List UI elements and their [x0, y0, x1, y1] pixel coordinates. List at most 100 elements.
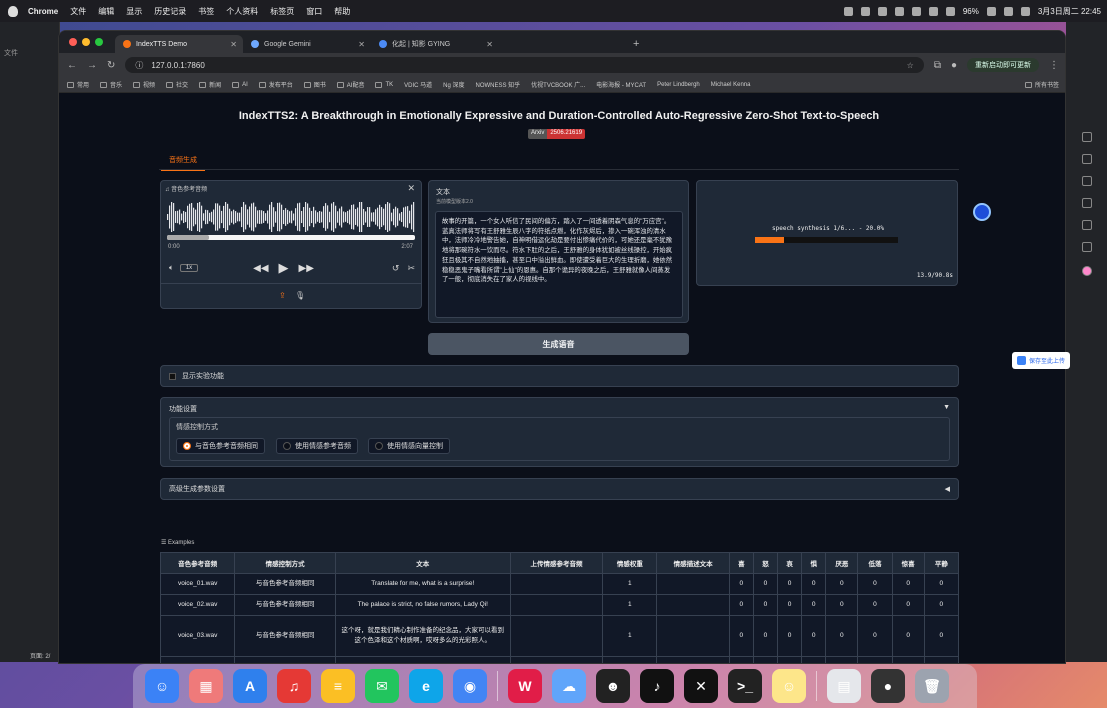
profile-icon[interactable]: ● — [951, 60, 957, 71]
status-icon[interactable] — [860, 6, 870, 16]
bookmark-item[interactable]: 社交 — [166, 80, 188, 89]
column-header[interactable]: 厌恶 — [825, 552, 859, 574]
obs-icon[interactable]: ● — [871, 669, 905, 703]
capcut-icon[interactable]: ✕ — [684, 669, 718, 703]
advanced-settings-accordion[interactable]: 高级生成参数设置 ◀ — [160, 478, 959, 500]
radio-emotion-reference[interactable]: 使用情感参考音频 — [276, 438, 358, 454]
menu-bookmarks[interactable]: 书签 — [198, 6, 214, 17]
close-icon[interactable]: ✕ — [407, 183, 415, 194]
tiktok-icon[interactable]: ♪ — [640, 669, 674, 703]
trash-icon[interactable]: 🗑︎ — [915, 669, 949, 703]
tool-icon[interactable] — [1082, 220, 1092, 230]
bookmark-item[interactable]: 发布平台 — [258, 80, 293, 89]
function-settings-accordion[interactable]: 功能设置 ▼ 情感控制方式 与音色参考音频相同 使用情感参考音频 使用情感向量控… — [160, 397, 959, 467]
column-header[interactable]: 情感描述文本 — [656, 552, 730, 574]
bookmark-item[interactable]: 视频 — [133, 80, 155, 89]
terminal-icon[interactable]: >_ — [728, 669, 762, 703]
bookmark-item[interactable]: 图书 — [303, 80, 326, 89]
checkbox[interactable] — [169, 372, 176, 380]
wps-icon[interactable]: W — [508, 669, 542, 703]
bookmark-item[interactable]: Peter Lindbergh — [657, 82, 700, 88]
bookmark-item[interactable]: NOWNESS 知乎 — [475, 80, 520, 89]
fast-forward-icon[interactable]: ▶▶ — [299, 263, 314, 274]
column-header[interactable]: 哀 — [777, 552, 803, 574]
close-icon[interactable]: ✕ — [230, 40, 237, 49]
menu-app-name[interactable]: Chrome — [28, 7, 58, 16]
tab-indextts[interactable]: IndexTTS Demo ✕ — [115, 35, 243, 53]
tab-blurred[interactable] — [499, 35, 627, 53]
bookmark-item[interactable]: 新闻 — [199, 80, 221, 89]
tool-icon[interactable] — [1082, 154, 1092, 164]
menu-profiles[interactable]: 个人资料 — [226, 6, 258, 17]
status-icon[interactable] — [894, 6, 904, 16]
radio-emotion-vector[interactable]: 使用情感向量控制 — [368, 438, 450, 454]
tool-icon[interactable] — [1082, 198, 1092, 208]
column-header[interactable]: 情感控制方式 — [234, 552, 336, 574]
column-header[interactable]: 惊喜 — [891, 552, 925, 574]
column-header[interactable]: 音色参考音频 — [159, 552, 236, 574]
menu-history[interactable]: 历史记录 — [154, 6, 186, 17]
extension-float-icon[interactable] — [973, 203, 991, 221]
menu-edit[interactable]: 编辑 — [98, 6, 114, 17]
column-header[interactable]: 低落 — [857, 552, 893, 574]
edge-icon[interactable]: e — [409, 669, 443, 703]
column-header[interactable]: 平静 — [923, 552, 960, 574]
control-center-icon[interactable] — [1020, 6, 1030, 16]
avatar-app-icon[interactable]: ☻ — [596, 669, 630, 703]
wifi-icon[interactable] — [1003, 6, 1013, 16]
table-row[interactable]: voice_01.wav 与音色参考音频相同 Translate for me, w… — [159, 573, 960, 595]
wechat-icon[interactable]: ✉ — [365, 669, 399, 703]
status-icon[interactable] — [945, 6, 955, 16]
bookmark-item[interactable]: Ng 深度 — [443, 80, 464, 89]
reset-icon[interactable]: ↺ — [392, 263, 400, 274]
forward-icon[interactable]: → — [87, 60, 97, 71]
column-header[interactable]: 怒 — [752, 552, 779, 574]
play-icon[interactable]: ▶ — [279, 260, 289, 276]
upload-icon[interactable]: ⇪ — [279, 291, 286, 300]
site-info-icon[interactable]: ⓘ — [135, 60, 143, 71]
notes-icon[interactable]: ≡ — [321, 669, 355, 703]
menu-icon[interactable]: ⋮ — [1049, 60, 1059, 71]
preview-icon[interactable]: ▤ — [827, 669, 861, 703]
generate-speech-button[interactable]: 生成语音 — [428, 333, 689, 355]
app-store-icon[interactable]: A — [233, 669, 267, 703]
bookmark-item[interactable]: 电影海报 - MYCAT — [596, 80, 646, 89]
close-window-icon[interactable] — [69, 38, 77, 46]
save-upload-badge[interactable]: 保存至此上传 — [1012, 352, 1071, 369]
rewind-icon[interactable]: ◀◀ — [253, 263, 268, 274]
tab-gemini[interactable]: Google Gemini ✕ — [243, 35, 371, 53]
bookmark-item[interactable]: TK — [375, 81, 393, 88]
waveform[interactable] — [167, 201, 415, 233]
bookmark-item[interactable]: VDIC 马道 — [404, 80, 432, 89]
arxiv-badge[interactable]: Arxiv 2506.21619 — [528, 129, 586, 139]
status-icon[interactable] — [877, 6, 887, 16]
finder-icon[interactable]: ☺ — [145, 669, 179, 703]
close-icon[interactable]: ✕ — [358, 40, 365, 49]
experimental-toggle[interactable]: 显示实验功能 — [160, 365, 959, 387]
bookmark-item[interactable]: AI — [232, 81, 248, 88]
bookmark-item[interactable]: Michael Kenna — [711, 82, 751, 88]
anime-avatar-icon[interactable]: ☺ — [772, 669, 806, 703]
tool-icon[interactable] — [1082, 176, 1092, 186]
new-tab-icon[interactable]: + — [633, 38, 639, 50]
status-icon[interactable] — [911, 6, 921, 16]
avatar[interactable] — [1082, 266, 1092, 276]
bookmark-item[interactable]: 音乐 — [100, 80, 122, 89]
reload-icon[interactable]: ↻ — [107, 60, 115, 71]
column-header[interactable]: 喜 — [728, 552, 754, 574]
clock[interactable]: 3月3日周二 22:45 — [1038, 6, 1101, 17]
menu-help[interactable]: 帮助 — [334, 6, 350, 17]
back-icon[interactable]: ← — [67, 60, 77, 71]
text-input[interactable]: 故事的开篇，一个女人听信了民间的偏方，踏入了一间透着阴森气息的"万应宫"。蓝真法… — [435, 211, 683, 318]
apple-icon[interactable] — [8, 5, 18, 17]
column-header[interactable]: 情感权重 — [602, 552, 658, 574]
minimize-window-icon[interactable] — [82, 38, 90, 46]
menu-window[interactable]: 窗口 — [306, 6, 322, 17]
caret-down-icon[interactable]: ▼ — [943, 404, 950, 411]
zoom-window-icon[interactable] — [95, 38, 103, 46]
table-row[interactable]: voice_03.wav 与音色参考音频相同 这个呀，就是我们精心制作准备的纪念品，… — [159, 615, 960, 657]
update-button[interactable]: 重新启动即可更新 — [967, 58, 1039, 72]
trim-icon[interactable]: ✂ — [407, 263, 415, 274]
all-bookmarks[interactable]: 所有书签 — [1024, 80, 1059, 89]
launchpad-icon[interactable]: ▦ — [189, 669, 223, 703]
